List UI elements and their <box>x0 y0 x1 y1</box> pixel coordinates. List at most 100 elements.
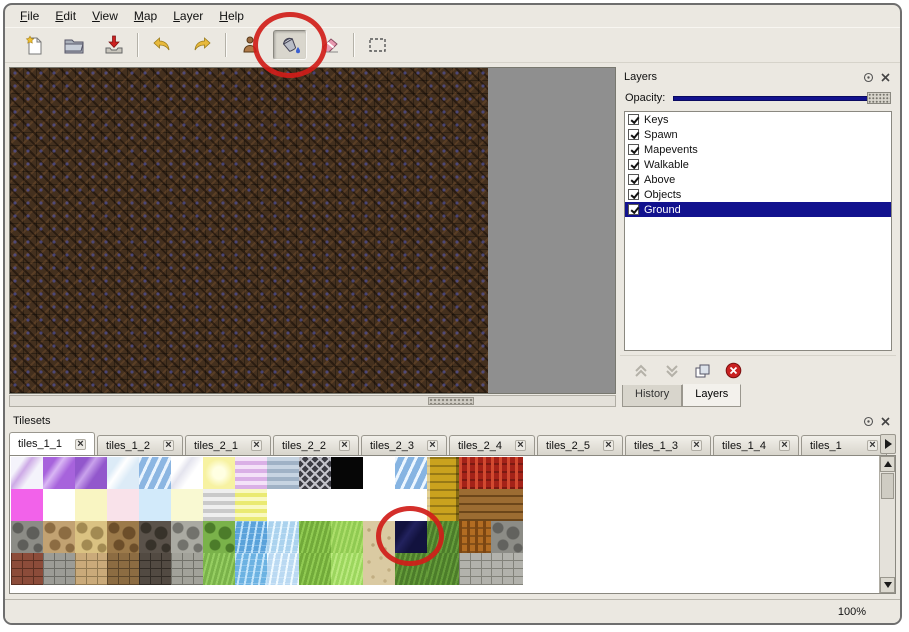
palette-tile-r2c13[interactable] <box>395 489 427 521</box>
layer-visibility-checkbox[interactable] <box>628 189 639 200</box>
palette-tile-r3c6[interactable] <box>171 521 203 553</box>
menu-layer[interactable]: Layer <box>166 7 210 25</box>
scrollbar-handle[interactable] <box>428 397 474 405</box>
scroll-up-button[interactable] <box>880 456 895 472</box>
palette-tile-r2c9[interactable] <box>267 489 299 521</box>
palette-tile-r1c11[interactable] <box>331 457 363 489</box>
palette-tile-r4c3[interactable] <box>75 553 107 585</box>
tab-close-icon[interactable]: × <box>163 440 174 451</box>
menu-help[interactable]: Help <box>212 7 251 25</box>
palette-tile-r3c14[interactable] <box>427 521 459 553</box>
tab-close-icon[interactable]: × <box>75 439 86 450</box>
menu-view[interactable]: View <box>85 7 125 25</box>
palette-tile-r1c14[interactable] <box>427 457 459 489</box>
palette-tile-r1c10[interactable] <box>299 457 331 489</box>
tab-close-icon[interactable]: × <box>251 440 262 451</box>
map-tiles[interactable] <box>10 68 488 393</box>
layer-row-above[interactable]: Above <box>625 172 891 187</box>
palette-tile-r3c8[interactable] <box>235 521 267 553</box>
palette-tile-r2c8[interactable] <box>235 489 267 521</box>
palette-tile-r3c15[interactable] <box>459 521 491 553</box>
tileset-tab-tiles_2_2[interactable]: tiles_2_2× <box>273 435 359 455</box>
tab-close-icon[interactable]: × <box>339 440 350 451</box>
layer-row-spawn[interactable]: Spawn <box>625 127 891 142</box>
redo-button[interactable] <box>185 30 219 60</box>
tab-close-icon[interactable]: × <box>867 440 878 451</box>
scrollbar-track[interactable] <box>880 500 895 577</box>
palette-tile-r3c7[interactable] <box>203 521 235 553</box>
undo-button[interactable] <box>145 30 179 60</box>
tileset-tab-tiles_1_2[interactable]: tiles_1_2× <box>97 435 183 455</box>
palette-tile-r3c1[interactable] <box>11 521 43 553</box>
palette-tile-r4c6[interactable] <box>171 553 203 585</box>
layer-row-keys[interactable]: Keys <box>625 112 891 127</box>
palette-tile-r1c5[interactable] <box>139 457 171 489</box>
tilesets-close-button[interactable] <box>878 414 892 428</box>
tab-history[interactable]: History <box>622 385 682 407</box>
palette-tile-r3c11[interactable] <box>331 521 363 553</box>
palette-tile-r2c6[interactable] <box>171 489 203 521</box>
palette-tile-r1c7[interactable] <box>203 457 235 489</box>
layer-visibility-checkbox[interactable] <box>628 204 639 215</box>
open-file-button[interactable] <box>57 30 91 60</box>
menu-map[interactable]: Map <box>127 7 164 25</box>
palette-tile-r4c4[interactable] <box>107 553 139 585</box>
layer-visibility-checkbox[interactable] <box>628 129 639 140</box>
palette-tile-r2c14[interactable] <box>427 489 459 521</box>
tab-close-icon[interactable]: × <box>515 440 526 451</box>
palette-tile-r3c3[interactable] <box>75 521 107 553</box>
palette-tile-r3c5[interactable] <box>139 521 171 553</box>
tileset-tab-tiles_2_3[interactable]: tiles_2_3× <box>361 435 447 455</box>
layer-row-mapevents[interactable]: Mapevents <box>625 142 891 157</box>
palette-tile-r1c3[interactable] <box>75 457 107 489</box>
new-file-button[interactable] <box>17 30 51 60</box>
tileset-tab-tiles_1[interactable]: tiles_1× <box>801 435 887 455</box>
palette-tile-r1c13[interactable] <box>395 457 427 489</box>
duplicate-layer-button[interactable] <box>694 363 712 379</box>
layer-visibility-checkbox[interactable] <box>628 114 639 125</box>
palette-tile-r2c12[interactable] <box>363 489 395 521</box>
opacity-handle[interactable] <box>867 92 891 104</box>
tab-scroll-right-button[interactable] <box>880 434 896 454</box>
palette-vertical-scrollbar[interactable] <box>879 456 895 593</box>
palette-tile-r2c7[interactable] <box>203 489 235 521</box>
raise-layer-button[interactable] <box>632 363 650 379</box>
palette-tile-r3c16[interactable] <box>491 521 523 553</box>
map-horizontal-scrollbar[interactable] <box>9 395 616 407</box>
palette-tile-r1c12[interactable] <box>363 457 395 489</box>
tilesets-float-button[interactable] <box>861 414 875 428</box>
palette-tile-r1c2[interactable] <box>43 457 75 489</box>
opacity-slider[interactable] <box>673 91 891 105</box>
tileset-tab-tiles_2_1[interactable]: tiles_2_1× <box>185 435 271 455</box>
palette-tile-r4c2[interactable] <box>43 553 75 585</box>
palette-tile-r3c13[interactable] <box>395 521 427 553</box>
palette-tile-r4c5[interactable] <box>139 553 171 585</box>
layers-float-button[interactable] <box>861 70 875 84</box>
palette-tile-r3c10[interactable] <box>299 521 331 553</box>
palette-tile-r1c4[interactable] <box>107 457 139 489</box>
eraser-tool-button[interactable] <box>313 30 347 60</box>
palette-tile-r4c14[interactable] <box>427 553 459 585</box>
palette-tile-r3c2[interactable] <box>43 521 75 553</box>
palette-tile-r2c16[interactable] <box>491 489 523 521</box>
scroll-down-button[interactable] <box>880 577 895 593</box>
tileset-tab-tiles_1_3[interactable]: tiles_1_3× <box>625 435 711 455</box>
scrollbar-thumb[interactable] <box>881 473 894 499</box>
palette-tile-r4c16[interactable] <box>491 553 523 585</box>
palette-tile-r1c1[interactable] <box>11 457 43 489</box>
tab-close-icon[interactable]: × <box>603 440 614 451</box>
menu-edit[interactable]: Edit <box>48 7 83 25</box>
palette-tile-r1c9[interactable] <box>267 457 299 489</box>
tileset-tab-tiles_2_5[interactable]: tiles_2_5× <box>537 435 623 455</box>
tab-close-icon[interactable]: × <box>779 440 790 451</box>
palette-tile-r4c7[interactable] <box>203 553 235 585</box>
layer-row-objects[interactable]: Objects <box>625 187 891 202</box>
palette-tile-r4c13[interactable] <box>395 553 427 585</box>
stamp-tool-button[interactable] <box>233 30 267 60</box>
layer-row-ground[interactable]: Ground <box>625 202 891 217</box>
layer-visibility-checkbox[interactable] <box>628 159 639 170</box>
layers-close-button[interactable] <box>878 70 892 84</box>
palette-tile-r3c9[interactable] <box>267 521 299 553</box>
palette-tile-r1c8[interactable] <box>235 457 267 489</box>
lower-layer-button[interactable] <box>663 363 681 379</box>
